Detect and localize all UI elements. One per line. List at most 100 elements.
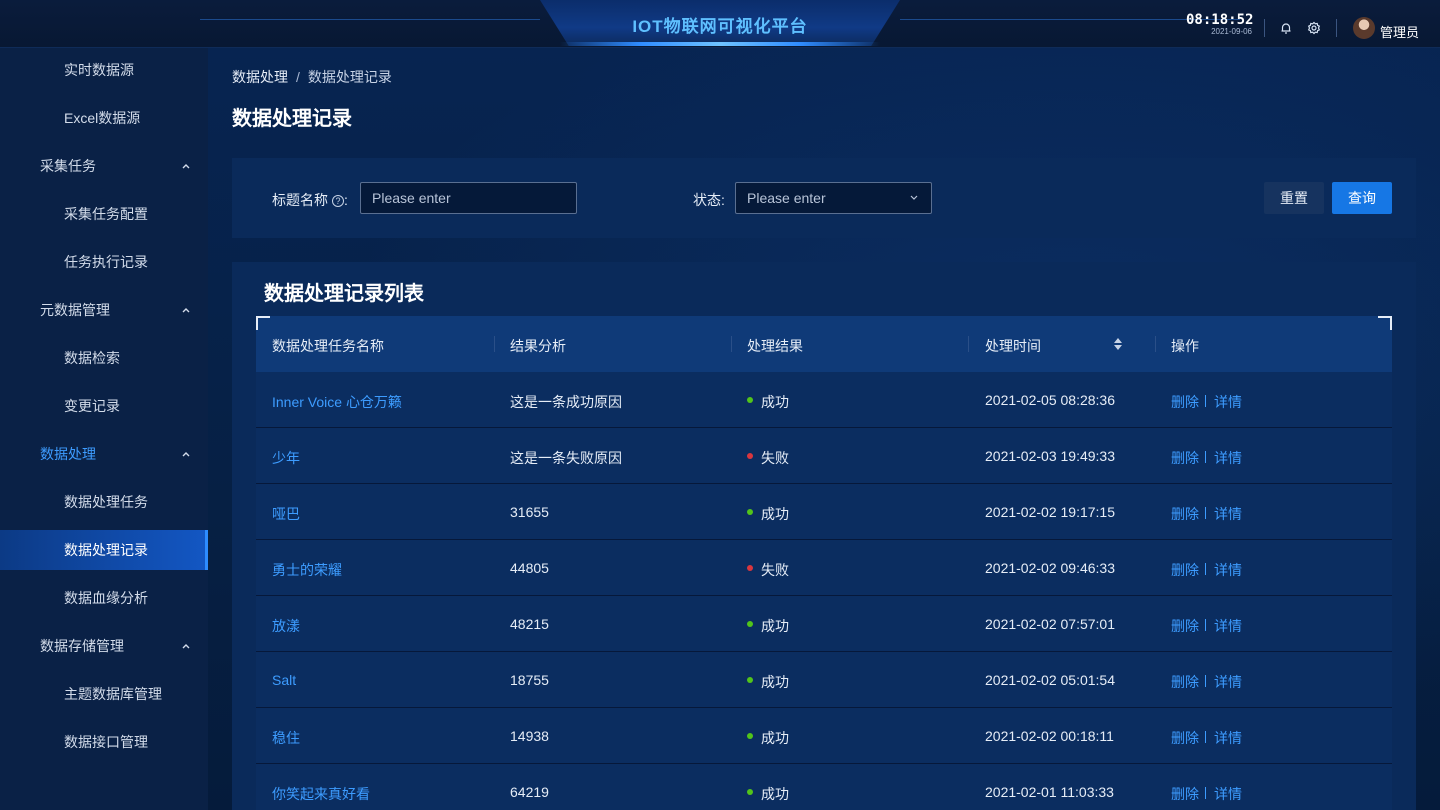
corner-decoration bbox=[1378, 316, 1392, 330]
sidebar-item[interactable]: 数据处理记录 bbox=[0, 530, 208, 570]
status-text: 成功 bbox=[761, 506, 789, 522]
table-header bbox=[256, 316, 1392, 372]
detail-link[interactable]: 详情 bbox=[1214, 448, 1242, 468]
sidebar-item-label: 实时数据源 bbox=[64, 62, 134, 78]
column-divider bbox=[1155, 336, 1156, 352]
column-header-time[interactable]: 处理时间 bbox=[985, 336, 1041, 356]
sidebar-item-label: 变更记录 bbox=[64, 398, 120, 414]
breadcrumb-current: 数据处理记录 bbox=[307, 69, 392, 85]
action-divider bbox=[1205, 787, 1206, 799]
sidebar-item[interactable]: 采集任务配置 bbox=[0, 194, 208, 234]
task-name-link[interactable]: 少年 bbox=[272, 448, 300, 468]
task-name-link[interactable]: 你笑起来真好看 bbox=[272, 784, 370, 804]
sidebar-group[interactable]: 采集任务 bbox=[0, 146, 208, 186]
status-select[interactable]: Please enter bbox=[735, 182, 932, 214]
action-divider bbox=[1205, 451, 1206, 463]
sidebar-group[interactable]: 元数据管理 bbox=[0, 290, 208, 330]
user-name[interactable]: 管理员 bbox=[1380, 22, 1419, 41]
sidebar-item-label: 任务执行记录 bbox=[64, 254, 148, 270]
time-cell: 2021-02-01 11:03:33 bbox=[985, 784, 1114, 800]
task-name-link[interactable]: 哑巴 bbox=[272, 504, 300, 524]
label-colon: : bbox=[721, 192, 725, 208]
sidebar-group[interactable]: 数据处理 bbox=[0, 434, 208, 474]
delete-link[interactable]: 删除 bbox=[1171, 784, 1199, 804]
header-divider bbox=[1264, 19, 1265, 37]
detail-link[interactable]: 详情 bbox=[1214, 560, 1242, 580]
column-divider bbox=[731, 336, 732, 352]
status-text: 成功 bbox=[761, 674, 789, 690]
chevron-down-icon bbox=[909, 183, 919, 226]
status-dot bbox=[747, 621, 753, 627]
detail-link[interactable]: 详情 bbox=[1214, 672, 1242, 692]
delete-link[interactable]: 删除 bbox=[1171, 616, 1199, 636]
status-text: 成功 bbox=[761, 730, 789, 746]
sort-icon[interactable] bbox=[1113, 337, 1123, 351]
avatar[interactable] bbox=[1353, 17, 1375, 39]
detail-link[interactable]: 详情 bbox=[1214, 392, 1242, 412]
analysis-cell: 这是一条成功原因 bbox=[510, 394, 622, 410]
sidebar-item-label: Excel数据源 bbox=[64, 110, 141, 126]
column-divider bbox=[494, 336, 495, 352]
breadcrumb-separator: / bbox=[296, 69, 300, 85]
corner-decoration bbox=[256, 316, 270, 330]
sidebar-item[interactable]: 数据接口管理 bbox=[0, 722, 208, 762]
task-name-link[interactable]: 稳住 bbox=[272, 728, 300, 748]
column-header-actions: 操作 bbox=[1171, 338, 1199, 354]
time-cell: 2021-02-02 19:17:15 bbox=[985, 504, 1115, 520]
sidebar-item-label: 数据接口管理 bbox=[64, 734, 148, 750]
reset-button[interactable]: 重置 bbox=[1264, 182, 1324, 214]
clock-date: 2021-09-06 bbox=[1211, 27, 1252, 36]
help-icon[interactable]: ? bbox=[332, 195, 344, 207]
clock: 08:18:52 2021-09-06 bbox=[1186, 12, 1254, 37]
sidebar-item[interactable]: 数据检索 bbox=[0, 338, 208, 378]
clock-time: 08:18:52 bbox=[1186, 12, 1254, 28]
column-header-task-name: 数据处理任务名称 bbox=[272, 338, 384, 354]
delete-link[interactable]: 删除 bbox=[1171, 448, 1199, 468]
bell-icon[interactable] bbox=[1279, 21, 1293, 35]
sidebar-item-label: 数据处理任务 bbox=[64, 494, 148, 510]
analysis-cell: 44805 bbox=[510, 560, 549, 576]
delete-link[interactable]: 删除 bbox=[1171, 672, 1199, 692]
detail-link[interactable]: 详情 bbox=[1214, 616, 1242, 636]
sidebar-item-label: 采集任务配置 bbox=[64, 206, 148, 222]
breadcrumb-parent[interactable]: 数据处理 bbox=[232, 69, 288, 85]
status-text: 成功 bbox=[761, 786, 789, 802]
sidebar-item[interactable]: 变更记录 bbox=[0, 386, 208, 426]
sidebar-item[interactable]: Excel数据源 bbox=[0, 98, 208, 138]
status-dot bbox=[747, 509, 753, 515]
delete-link[interactable]: 删除 bbox=[1171, 560, 1199, 580]
action-divider bbox=[1205, 731, 1206, 743]
title-search-input[interactable]: Please enter bbox=[360, 182, 577, 214]
status-dot bbox=[747, 733, 753, 739]
sidebar-item[interactable]: 主题数据库管理 bbox=[0, 674, 208, 714]
app-title: IOT物联网可视化平台 bbox=[632, 17, 808, 36]
status-select-placeholder: Please enter bbox=[747, 190, 826, 206]
sidebar-item[interactable]: 任务执行记录 bbox=[0, 242, 208, 282]
sidebar-item[interactable]: 实时数据源 bbox=[0, 50, 208, 90]
time-cell: 2021-02-02 09:46:33 bbox=[985, 560, 1115, 576]
task-name-link[interactable]: Inner Voice 心仓万籁 bbox=[272, 392, 402, 412]
query-button[interactable]: 查询 bbox=[1332, 182, 1392, 214]
gear-icon[interactable] bbox=[1307, 21, 1321, 35]
analysis-cell: 18755 bbox=[510, 672, 549, 688]
status-dot bbox=[747, 453, 753, 459]
breadcrumb: 数据处理 / 数据处理记录 bbox=[232, 67, 392, 87]
sidebar-item[interactable]: 数据处理任务 bbox=[0, 482, 208, 522]
status-text: 成功 bbox=[761, 618, 789, 634]
delete-link[interactable]: 删除 bbox=[1171, 504, 1199, 524]
sidebar-item[interactable]: 数据血缘分析 bbox=[0, 578, 208, 618]
delete-link[interactable]: 删除 bbox=[1171, 728, 1199, 748]
table-title: 数据处理记录列表 bbox=[264, 283, 424, 305]
analysis-cell: 31655 bbox=[510, 504, 549, 520]
task-name-link[interactable]: Salt bbox=[272, 672, 296, 688]
status-text: 失败 bbox=[761, 450, 789, 466]
task-name-link[interactable]: 勇士的荣耀 bbox=[272, 560, 342, 580]
delete-link[interactable]: 删除 bbox=[1171, 392, 1199, 412]
detail-link[interactable]: 详情 bbox=[1214, 728, 1242, 748]
sidebar-group[interactable]: 数据存储管理 bbox=[0, 626, 208, 666]
task-name-link[interactable]: 放漾 bbox=[272, 616, 300, 636]
detail-link[interactable]: 详情 bbox=[1214, 784, 1242, 804]
detail-link[interactable]: 详情 bbox=[1214, 504, 1242, 524]
sidebar-item-label: 采集任务 bbox=[40, 158, 96, 174]
time-cell: 2021-02-02 07:57:01 bbox=[985, 616, 1115, 632]
